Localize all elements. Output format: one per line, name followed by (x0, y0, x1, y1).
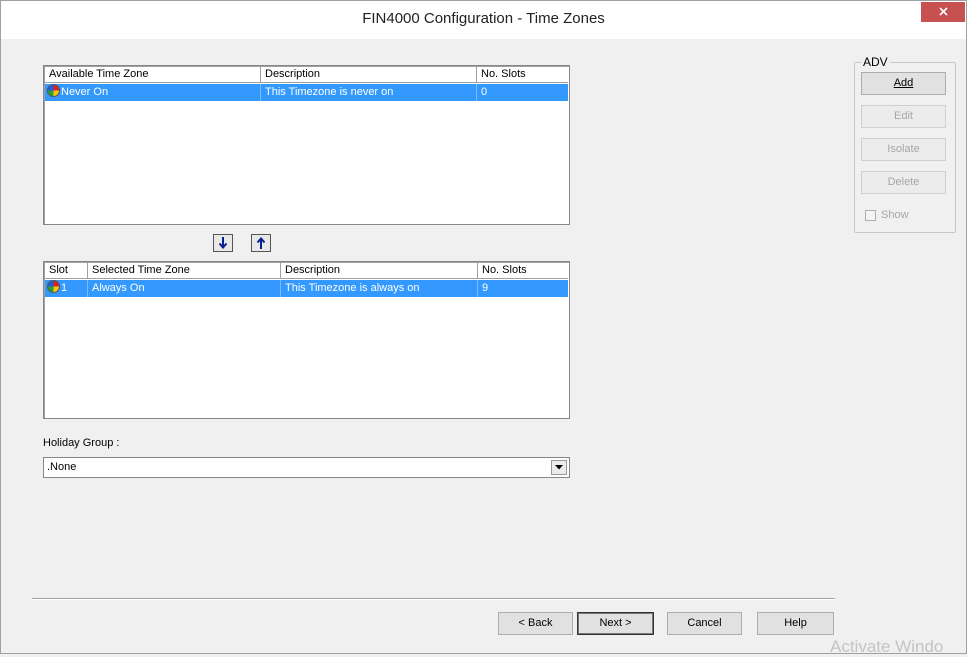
selected-row-name: Always On (88, 280, 281, 297)
holiday-group-label: Holiday Group : (43, 437, 120, 449)
move-up-button[interactable] (251, 234, 271, 252)
edit-button[interactable]: Edit (861, 105, 946, 128)
column-header-no-slots[interactable]: No. Slots (477, 67, 568, 83)
selected-row-slot: 1 (61, 282, 68, 294)
timezone-icon (47, 280, 60, 293)
column-header-selected-time-zone[interactable]: Selected Time Zone (88, 263, 281, 279)
holiday-group-select[interactable]: .None (43, 457, 570, 478)
column-header-slot[interactable]: Slot (45, 263, 88, 279)
adv-group-legend: ADV (861, 55, 890, 69)
window-title: FIN4000 Configuration - Time Zones (362, 10, 605, 27)
selected-row-slot-cell: 1 (45, 280, 88, 297)
timezone-icon (47, 84, 60, 97)
chevron-down-icon (555, 465, 563, 470)
cancel-button[interactable]: Cancel (667, 612, 742, 635)
help-button[interactable]: Help (757, 612, 834, 635)
footer-separator (32, 598, 835, 600)
isolate-button[interactable]: Isolate (861, 138, 946, 161)
selected-timezones-list[interactable]: Slot Selected Time Zone Description No. … (43, 261, 570, 419)
selected-row-slots: 9 (482, 282, 489, 294)
show-checkbox-label: Show (881, 209, 909, 221)
configuration-window: FIN4000 Configuration - Time Zones Avail… (0, 0, 967, 656)
arrow-down-icon (218, 237, 228, 249)
back-button[interactable]: < Back (498, 612, 573, 635)
column-header-description[interactable]: Description (261, 67, 477, 83)
close-icon (938, 7, 948, 16)
add-button[interactable]: Add (861, 72, 946, 95)
next-button[interactable]: Next > (577, 612, 654, 635)
title-bar: FIN4000 Configuration - Time Zones (1, 1, 966, 39)
arrow-up-icon (256, 237, 266, 249)
close-button[interactable] (921, 2, 965, 22)
available-row-name: Never On (61, 86, 109, 98)
available-timezones-list[interactable]: Available Time Zone Description No. Slot… (43, 65, 570, 225)
available-row-slots: 0 (481, 86, 488, 98)
holiday-group-value: .None (47, 461, 77, 473)
selected-row-description: This Timezone is always on (281, 280, 478, 297)
show-checkbox[interactable]: Show (865, 209, 909, 221)
selected-list-header: Slot Selected Time Zone Description No. … (45, 263, 568, 279)
show-checkbox-box[interactable] (865, 209, 876, 221)
move-down-button[interactable] (213, 234, 233, 252)
column-header-available-time-zone[interactable]: Available Time Zone (45, 67, 261, 83)
activation-watermark: Activate Windo (830, 637, 944, 656)
column-header-description[interactable]: Description (281, 263, 478, 279)
column-header-no-slots[interactable]: No. Slots (478, 263, 568, 279)
delete-button[interactable]: Delete (861, 171, 946, 194)
add-button-label: Add (893, 77, 914, 89)
available-row-name-cell: Never On (45, 84, 261, 101)
selected-row-always-on[interactable]: 1 Always On This Timezone is always on 9 (45, 280, 568, 297)
available-row-never-on[interactable]: Never On This Timezone is never on 0 (45, 84, 568, 101)
available-list-header: Available Time Zone Description No. Slot… (45, 67, 568, 83)
available-row-description: This Timezone is never on (261, 84, 477, 101)
holiday-group-dropdown-button[interactable] (551, 460, 567, 475)
